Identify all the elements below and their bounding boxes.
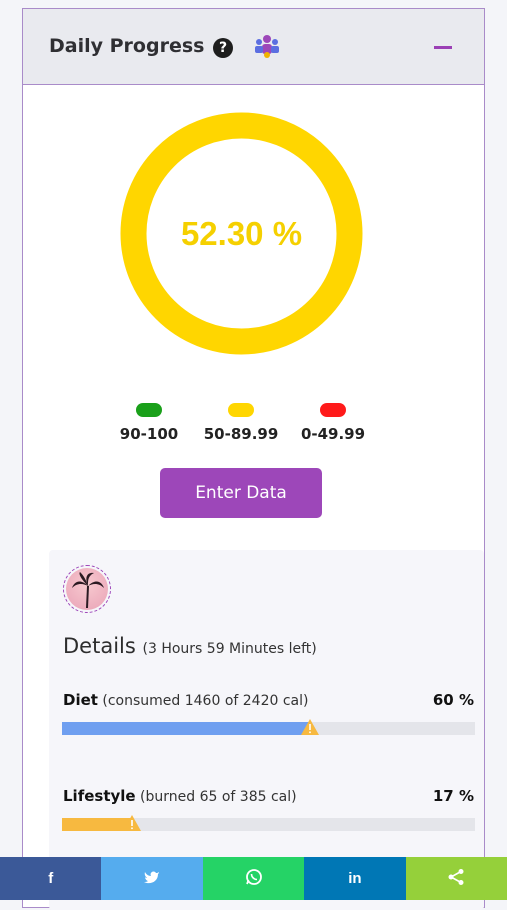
daily-progress-card: Daily Progress ? 52.30 % 90-100 50-89.99… xyxy=(22,8,485,910)
diet-percent: 60 % xyxy=(432,691,474,709)
linkedin-icon: in xyxy=(348,870,362,887)
legend-dot xyxy=(136,403,162,417)
warning-icon xyxy=(123,815,142,831)
linkedin-share-button[interactable]: in xyxy=(304,857,406,900)
whatsapp-share-button[interactable] xyxy=(202,857,305,900)
lifestyle-detail: (burned 65 of 385 cal) xyxy=(140,789,297,805)
legend-dot xyxy=(320,403,346,417)
facebook-icon: f xyxy=(48,870,54,887)
details-time-left: (3 Hours 59 Minutes left) xyxy=(142,641,317,657)
lifestyle-percent: 17 % xyxy=(432,787,474,805)
facebook-share-button[interactable]: f xyxy=(0,857,102,900)
legend-label: 90-100 xyxy=(119,425,179,443)
lifestyle-label: Lifestyle xyxy=(63,787,136,805)
diet-progress-bar xyxy=(62,722,475,735)
diet-row-label: Diet (consumed 1460 of 2420 cal) xyxy=(63,691,308,709)
share-button[interactable] xyxy=(405,857,507,900)
whatsapp-icon xyxy=(245,868,263,890)
legend-dot xyxy=(228,403,254,417)
share-icon xyxy=(447,868,465,890)
card-header: Daily Progress ? xyxy=(23,9,484,85)
legend-item-red: 0-49.99 xyxy=(288,403,378,443)
legend-item-yellow: 50-89.99 xyxy=(196,403,286,443)
diet-detail: (consumed 1460 of 2420 cal) xyxy=(102,693,309,709)
collapse-minus-icon[interactable] xyxy=(434,46,452,49)
twitter-icon xyxy=(144,870,160,888)
progress-value: 52.30 % xyxy=(180,214,303,252)
details-heading: Details (3 Hours 59 Minutes left) xyxy=(63,634,317,658)
details-panel: Details (3 Hours 59 Minutes left) Diet (… xyxy=(49,550,484,910)
warning-icon xyxy=(300,719,319,735)
legend-item-green: 90-100 xyxy=(104,403,194,443)
people-network-icon[interactable] xyxy=(251,31,283,63)
diet-label: Diet xyxy=(63,691,98,709)
question-circle-icon[interactable]: ? xyxy=(213,38,233,58)
palm-tree-icon xyxy=(66,568,108,610)
twitter-share-button[interactable] xyxy=(101,857,203,900)
legend-label: 50-89.99 xyxy=(203,425,279,443)
social-share-bar: f in xyxy=(0,857,507,900)
avatar xyxy=(63,565,111,613)
card-title: Daily Progress xyxy=(49,35,205,57)
diet-progress-fill xyxy=(62,722,310,735)
enter-data-button[interactable]: Enter Data xyxy=(160,468,322,518)
legend-label: 0-49.99 xyxy=(300,425,366,443)
details-title: Details xyxy=(63,634,136,658)
lifestyle-row-label: Lifestyle (burned 65 of 385 cal) xyxy=(63,787,297,805)
